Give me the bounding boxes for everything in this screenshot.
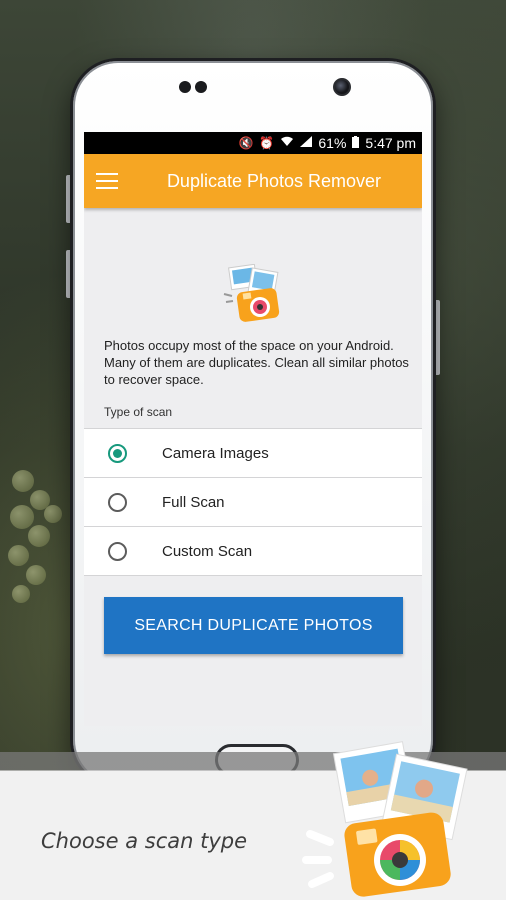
scan-option-label: Full Scan: [162, 493, 225, 511]
caption-text: Choose a scan type: [41, 829, 248, 853]
clock: 5:47 pm: [365, 135, 416, 151]
description-text: Photos occupy most of the space on your …: [104, 338, 409, 387]
app-bar: Duplicate Photos Remover: [84, 154, 422, 208]
sensor-dot: [179, 81, 191, 93]
battery-percent: 61%: [318, 135, 347, 151]
battery-icon: [352, 135, 360, 151]
radio-unselected-icon[interactable]: [108, 541, 127, 561]
scan-option-custom-scan[interactable]: Custom Scan: [84, 527, 422, 576]
scan-option-label: Custom Scan: [162, 542, 253, 560]
radio-unselected-icon[interactable]: [108, 492, 127, 512]
app-logo-large-icon: [302, 741, 468, 897]
scan-type-label: Type of scan: [104, 405, 173, 419]
radio-selected-icon[interactable]: [108, 443, 127, 463]
app-logo-icon: [223, 264, 280, 322]
scan-option-label: Camera Images: [162, 444, 269, 462]
front-camera: [333, 78, 351, 96]
alarm-icon: ⏰: [259, 136, 275, 150]
search-duplicate-photos-button[interactable]: SEARCH DUPLICATE PHOTOS: [104, 597, 403, 654]
phone-screen: 🔇 ⏰ 61% 5:47 pm Duplicate Photos Remover: [84, 132, 422, 726]
status-bar: 🔇 ⏰ 61% 5:47 pm: [84, 132, 422, 154]
mute-icon: 🔇: [238, 136, 254, 150]
scan-options-list: Camera Images Full Scan Custom Scan: [84, 428, 422, 576]
app-title: Duplicate Photos Remover: [166, 170, 382, 191]
signal-icon: [300, 136, 313, 150]
scan-option-full-scan[interactable]: Full Scan: [84, 478, 422, 527]
sensor-dot: [195, 81, 207, 93]
scan-option-camera-images[interactable]: Camera Images: [84, 429, 422, 478]
wifi-icon: [280, 136, 294, 150]
